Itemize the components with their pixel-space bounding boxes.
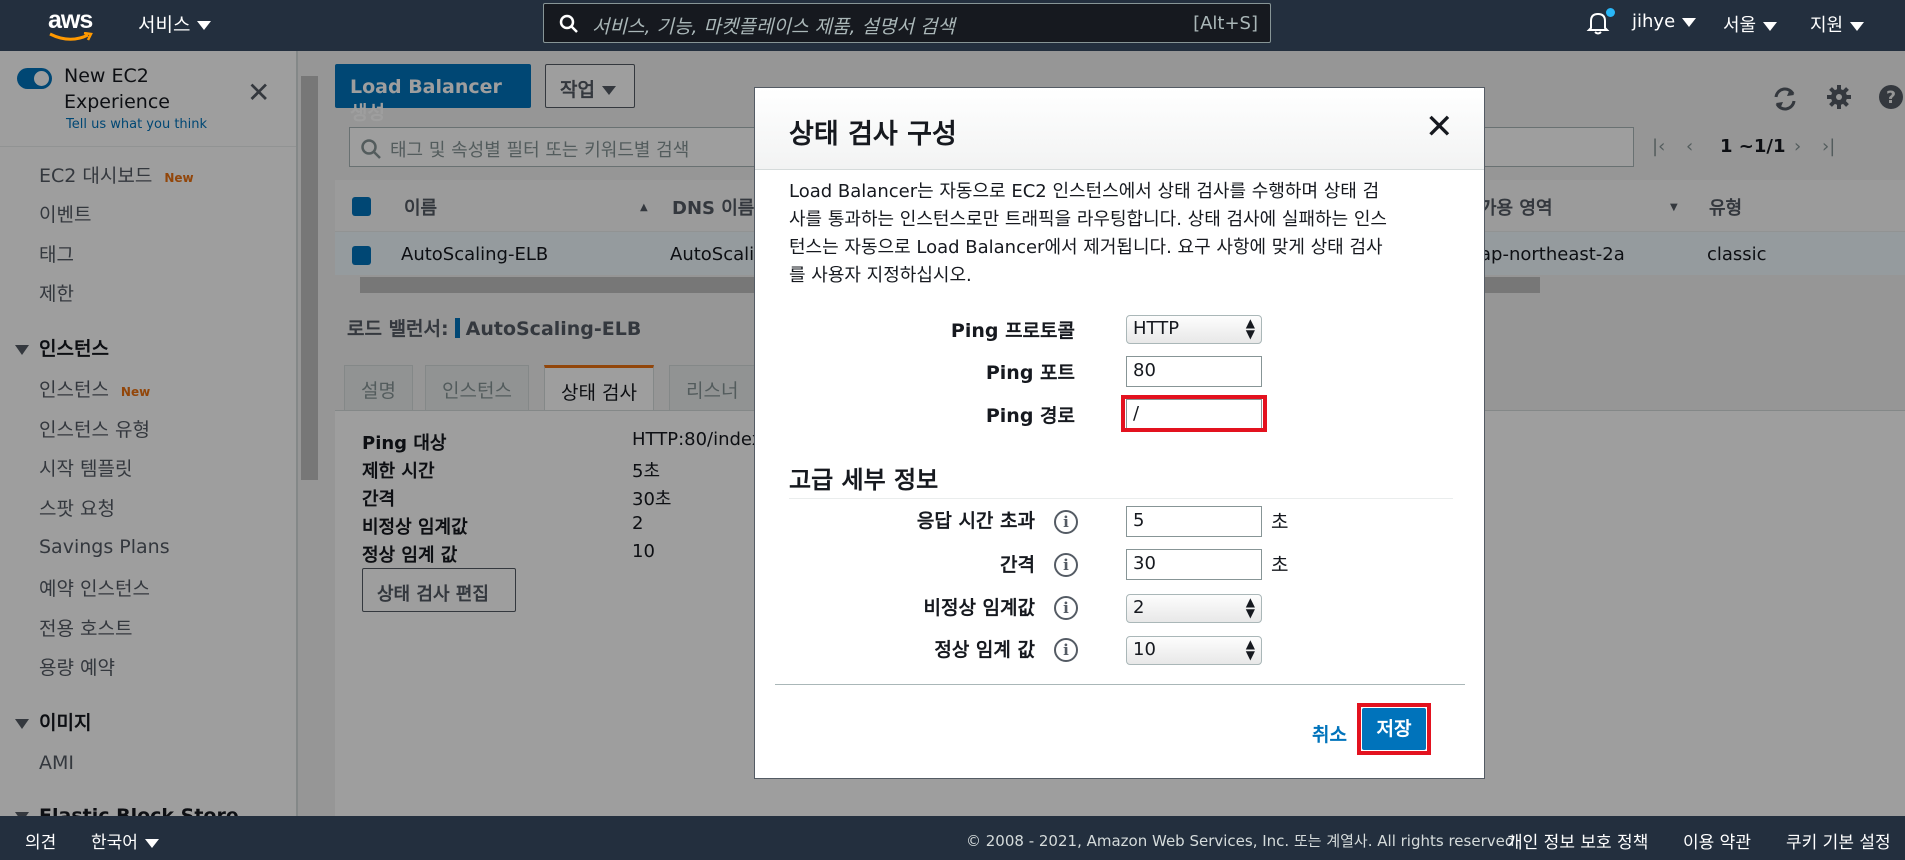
chevron-down-icon [1850, 21, 1865, 31]
services-label: 서비스 [138, 14, 191, 36]
select-value: 2 [1133, 597, 1145, 618]
modal-description: Load Balancer는 자동으로 EC2 인스턴스에서 상태 검사를 수행… [789, 181, 1387, 286]
search-shortcut: [Alt+S] [1193, 13, 1258, 34]
ping-protocol-select[interactable]: HTTP ▲ ▼ [1126, 315, 1262, 344]
close-icon[interactable]: ✕ [1425, 110, 1454, 144]
user-menu[interactable]: jihye [1632, 11, 1697, 32]
healthy-threshold-label: 정상 임계 값 [934, 639, 1035, 661]
language-select[interactable]: 한국어 [91, 828, 159, 853]
ping-path-label: Ping 경로 [985, 405, 1075, 427]
timeout-input[interactable]: 5 [1126, 506, 1262, 537]
feedback-link[interactable]: 의견 [25, 828, 56, 853]
ping-protocol-label: Ping 프로토콜 [950, 320, 1075, 342]
copyright-text: © 2008 - 2021, Amazon Web Services, Inc.… [966, 832, 1520, 850]
unit-label: 초 [1271, 511, 1289, 533]
chevron-down-icon [1763, 21, 1778, 31]
select-value: 10 [1133, 639, 1156, 660]
privacy-link[interactable]: 개인 정보 보호 정책 [1507, 828, 1648, 853]
info-icon[interactable]: i [1054, 638, 1078, 662]
ping-port-input[interactable]: 80 [1126, 356, 1262, 387]
language-label: 한국어 [91, 833, 138, 853]
search-placeholder: 서비스, 기능, 마켓플레이스 제품, 설명서 검색 [592, 16, 955, 38]
modal-title: 상태 검사 구성 [789, 119, 957, 150]
support-menu[interactable]: 지원 [1810, 11, 1865, 37]
select-value: HTTP [1133, 318, 1180, 339]
divider [789, 498, 1453, 499]
healthy-threshold-select[interactable]: 10 ▲ ▼ [1126, 636, 1262, 665]
modal-header: 상태 검사 구성 ✕ [755, 88, 1484, 170]
select-arrows-icon: ▲ ▼ [1245, 637, 1255, 662]
unit-label: 초 [1271, 554, 1289, 576]
ping-path-highlight [1121, 395, 1267, 432]
select-arrows-icon: ▲ ▼ [1245, 316, 1255, 341]
top-navigation: aws 서비스 서비스, 기능, 마켓플레이스 제품, 설명서 검색 [Alt+… [0, 0, 1905, 51]
global-search-input[interactable]: 서비스, 기능, 마켓플레이스 제품, 설명서 검색 [Alt+S] [543, 3, 1271, 43]
divider [775, 684, 1465, 685]
info-icon[interactable]: i [1054, 553, 1078, 577]
ping-port-label: Ping 포트 [985, 362, 1075, 384]
chevron-down-icon [197, 21, 212, 30]
info-icon[interactable]: i [1054, 596, 1078, 620]
interval-input[interactable]: 30 [1126, 549, 1262, 580]
chevron-down-icon [1682, 17, 1697, 27]
user-name: jihye [1632, 11, 1676, 32]
cookie-preferences-link[interactable]: 쿠키 기본 설정 [1786, 828, 1891, 853]
support-label: 지원 [1810, 15, 1844, 36]
aws-logo[interactable]: aws [48, 6, 98, 44]
search-icon [559, 14, 578, 33]
services-menu[interactable]: 서비스 [138, 10, 212, 37]
info-icon[interactable]: i [1054, 510, 1078, 534]
region-menu[interactable]: 서울 [1723, 11, 1778, 37]
timeout-label: 응답 시간 초과 [916, 510, 1035, 532]
select-arrows-icon: ▲ ▼ [1245, 595, 1255, 620]
unhealthy-threshold-label: 비정상 임계값 [923, 597, 1036, 619]
save-highlight [1357, 703, 1431, 755]
aws-smile-icon [49, 32, 93, 41]
advanced-details-title: 고급 세부 정보 [789, 466, 939, 494]
unhealthy-threshold-select[interactable]: 2 ▲ ▼ [1126, 594, 1262, 623]
cancel-button[interactable]: 취소 [1312, 720, 1347, 747]
region-name: 서울 [1723, 15, 1757, 36]
chevron-down-icon [144, 838, 159, 848]
footer-bar: 의견 한국어 © 2008 - 2021, Amazon Web Service… [0, 816, 1905, 860]
interval-label: 간격 [1000, 554, 1035, 576]
terms-link[interactable]: 이용 약관 [1683, 828, 1751, 853]
health-check-modal: 상태 검사 구성 ✕ Load Balancer는 자동으로 EC2 인스턴스에… [754, 87, 1485, 779]
notification-dot [1606, 8, 1615, 17]
aws-logo-text: aws [48, 6, 93, 34]
